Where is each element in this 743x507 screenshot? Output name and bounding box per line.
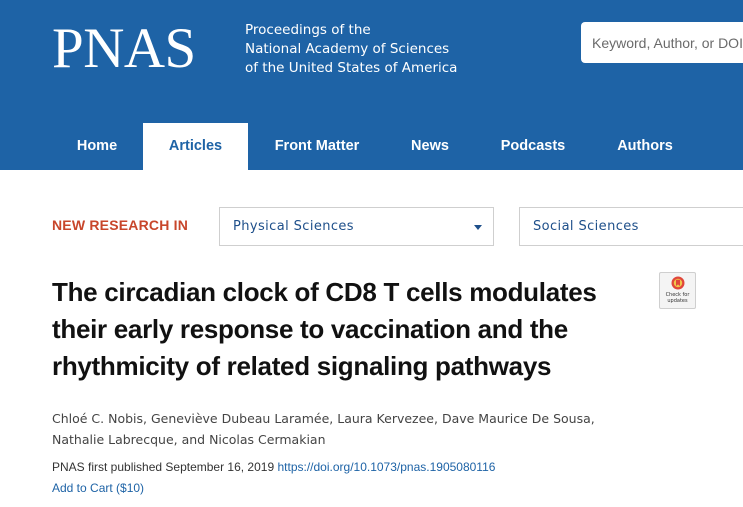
tagline-line: of the United States of America [245, 60, 458, 76]
site-header: PNAS Proceedings of the National Academy… [0, 0, 743, 170]
title-line: The circadian clock of CD8 T cells modul… [52, 277, 597, 307]
title-line: their early response to vaccination and … [52, 314, 568, 344]
publication-info: PNAS first published September 16, 2019 … [52, 460, 495, 474]
chevron-down-icon [474, 225, 482, 230]
social-sciences-select[interactable]: Social Sciences [519, 207, 743, 246]
author-list: Chloé C. Nobis, Geneviève Dubeau Laramée… [52, 408, 595, 450]
tagline-line: National Academy of Sciences [245, 41, 450, 57]
authors-line[interactable]: Chloé C. Nobis, Geneviève Dubeau Laramée… [52, 408, 595, 429]
check-for-updates-badge[interactable]: Check for updates [659, 272, 696, 309]
authors-line[interactable]: Nathalie Labrecque, and Nicolas Cermakia… [52, 429, 595, 450]
nav-news[interactable]: News [392, 123, 468, 170]
nav-home[interactable]: Home [52, 123, 142, 170]
search-box [581, 22, 743, 63]
nav-front-matter[interactable]: Front Matter [257, 123, 377, 170]
check-updates-text: Check for updates [660, 292, 695, 304]
crossmark-icon [671, 276, 685, 290]
nav-podcasts[interactable]: Podcasts [484, 123, 582, 170]
title-line: rhythmicity of related signaling pathway… [52, 351, 552, 381]
select-value: Physical Sciences [233, 219, 354, 234]
search-input[interactable] [581, 22, 743, 63]
badge-line: updates [667, 298, 688, 304]
tagline-line: Proceedings of the [245, 22, 371, 38]
nav-authors[interactable]: Authors [603, 123, 687, 170]
physical-sciences-select[interactable]: Physical Sciences [219, 207, 494, 246]
new-research-label: NEW RESEARCH IN [52, 217, 189, 233]
add-to-cart-link[interactable]: Add to Cart ($10) [52, 481, 144, 495]
pnas-logo[interactable]: PNAS [52, 14, 196, 84]
doi-link[interactable]: https://doi.org/10.1073/pnas.1905080116 [277, 460, 495, 474]
journal-tagline: Proceedings of the National Academy of S… [245, 21, 457, 78]
published-date: PNAS first published September 16, 2019 [52, 460, 275, 474]
nav-articles[interactable]: Articles [143, 123, 248, 170]
main-nav: Home Articles Front Matter News Podcasts… [0, 123, 743, 170]
select-value: Social Sciences [533, 219, 639, 234]
article-title: The circadian clock of CD8 T cells modul… [52, 274, 652, 385]
